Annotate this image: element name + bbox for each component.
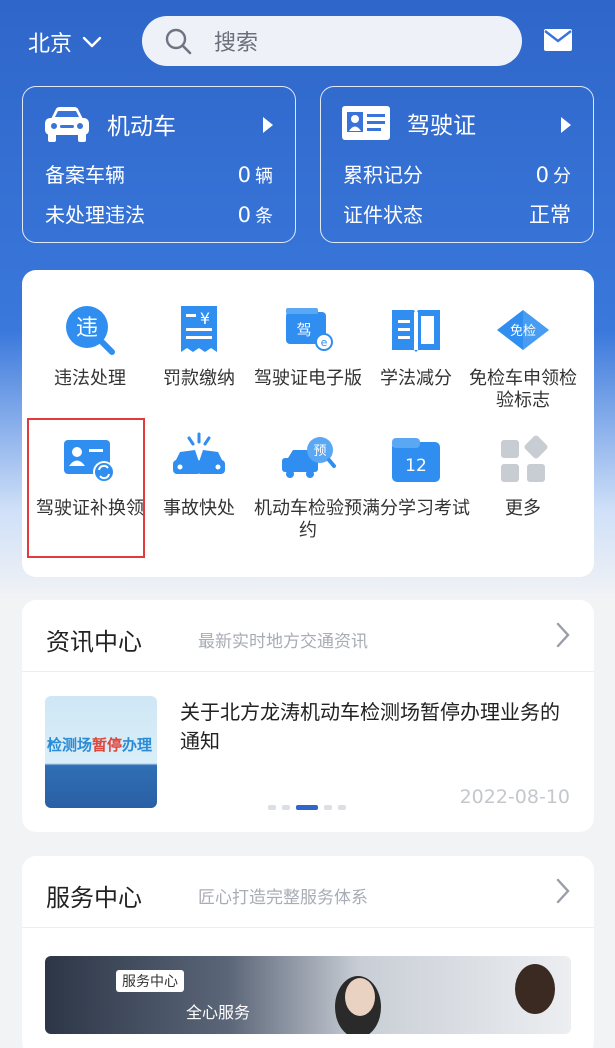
inspection-booking-icon: 预 — [282, 437, 336, 478]
carousel-dot[interactable] — [324, 805, 332, 810]
license-row-status: 证件状态 正常 — [343, 199, 571, 229]
arrow-right-icon — [561, 117, 571, 133]
vehicle-row-registered: 备案车辆 0辆 — [45, 159, 273, 188]
service-inspection[interactable]: 预 机动车检验预约 — [251, 432, 365, 542]
agent-face — [345, 978, 375, 1016]
service-fine[interactable]: ¥ 罚款缴纳 — [142, 302, 256, 390]
top-bar: 北京 搜索 — [0, 14, 615, 68]
section-title: 服务中心 — [46, 884, 142, 912]
carousel-dot-active[interactable] — [296, 805, 318, 810]
row-value: 0 — [237, 203, 251, 227]
service-label: 事故快处 — [163, 498, 235, 519]
news-header[interactable]: 资讯中心 最新实时地方交通资讯 — [22, 600, 594, 672]
svg-text:驾: 驾 — [296, 321, 311, 339]
svg-text:12: 12 — [405, 456, 427, 476]
row-label: 证件状态 — [343, 203, 423, 227]
search-placeholder: 搜索 — [214, 31, 259, 56]
section-subtitle: 匠心打造完整服务体系 — [198, 888, 368, 908]
vehicle-row-violations: 未处理违法 0条 — [45, 199, 273, 228]
service-violation[interactable]: 违 违法处理 — [33, 302, 147, 390]
service-more[interactable]: 更多 — [466, 432, 580, 520]
row-value: 正常 — [529, 203, 571, 227]
service-center-header[interactable]: 服务中心 匠心打造完整服务体系 — [22, 856, 594, 928]
service-exam[interactable]: 12 满分学习考试 — [359, 432, 473, 520]
row-value: 0 — [535, 163, 549, 187]
service-label: 机动车检验预约 — [254, 498, 362, 541]
search-icon — [165, 28, 192, 55]
svg-text:e: e — [321, 336, 328, 349]
news-section: 资讯中心 最新实时地方交通资讯 检测场暂停办理 关于北方龙涛机动车检测场暂停办理… — [22, 600, 594, 832]
accident-icon — [173, 432, 225, 474]
service-exempt-tag[interactable]: 免检 免检车申领检验标志 — [466, 302, 580, 412]
service-center-section: 服务中心 匠心打造完整服务体系 服务中心 全心服务 — [22, 856, 594, 1048]
e-license-icon: 驾 e — [286, 308, 333, 351]
thumbnail-text: 检测场暂停办理 — [47, 736, 153, 754]
service-study[interactable]: 学法减分 — [359, 302, 473, 390]
arrow-right-icon — [263, 117, 273, 133]
id-card-icon — [342, 106, 390, 140]
chevron-right-icon — [556, 622, 570, 648]
service-accident[interactable]: 事故快处 — [142, 432, 256, 520]
service-label: 罚款缴纳 — [163, 368, 235, 389]
fine-receipt-icon: ¥ — [181, 306, 217, 352]
agent-figure — [515, 964, 555, 1014]
row-label: 累积记分 — [343, 163, 423, 187]
news-thumbnail[interactable]: 检测场暂停办理 — [45, 696, 157, 808]
svg-text:违: 违 — [76, 316, 98, 341]
chevron-right-icon — [556, 878, 570, 904]
vehicle-card[interactable]: 机动车 备案车辆 0辆 未处理违法 0条 — [22, 86, 296, 243]
service-label: 驾驶证电子版 — [254, 368, 362, 389]
service-label: 学法减分 — [380, 368, 452, 389]
row-unit: 分 — [553, 166, 571, 187]
violation-icon: 违 — [66, 306, 115, 355]
service-center-banner[interactable]: 服务中心 全心服务 — [45, 956, 571, 1034]
car-icon — [45, 107, 89, 142]
vehicle-card-title: 机动车 — [107, 114, 176, 140]
search-input[interactable]: 搜索 — [142, 16, 522, 66]
service-label: 更多 — [505, 498, 541, 519]
service-e-license[interactable]: 驾 e 驾驶证电子版 — [251, 302, 365, 390]
service-label: 免检车申领检验标志 — [469, 368, 577, 411]
service-label: 违法处理 — [54, 368, 126, 389]
row-unit: 条 — [255, 206, 273, 227]
city-label: 北京 — [28, 32, 73, 57]
row-label: 备案车辆 — [45, 163, 125, 187]
svg-text:预: 预 — [313, 444, 326, 459]
row-value: 0 — [237, 163, 251, 187]
carousel-dot[interactable] — [268, 805, 276, 810]
svg-text:¥: ¥ — [200, 309, 210, 328]
city-selector[interactable]: 北京 — [28, 26, 102, 58]
exempt-tag-icon: 免检 — [497, 310, 549, 350]
selection-highlight — [27, 418, 145, 558]
mail-icon[interactable] — [543, 28, 573, 52]
chevron-down-icon — [82, 36, 102, 48]
carousel-dot[interactable] — [338, 805, 346, 810]
section-title: 资讯中心 — [46, 628, 142, 656]
banner-slogan: 全心服务 — [186, 1003, 251, 1022]
more-grid-icon — [501, 435, 548, 482]
news-item-date: 2022-08-10 — [459, 786, 570, 808]
service-label: 满分学习考试 — [362, 498, 470, 519]
row-unit: 辆 — [255, 166, 273, 187]
carousel-dot[interactable] — [282, 805, 290, 810]
calendar-exam-icon: 12 — [392, 438, 440, 482]
row-label: 未处理违法 — [45, 203, 145, 227]
license-card[interactable]: 驾驶证 累积记分 0分 证件状态 正常 — [320, 86, 594, 243]
book-icon — [392, 310, 440, 352]
license-card-title: 驾驶证 — [407, 113, 476, 139]
banner-tag: 服务中心 — [116, 970, 184, 992]
svg-text:免检: 免检 — [510, 324, 536, 339]
license-row-points: 累积记分 0分 — [343, 159, 571, 188]
section-subtitle: 最新实时地方交通资讯 — [198, 632, 368, 652]
carousel-dots — [268, 805, 346, 810]
news-item-title[interactable]: 关于北方龙涛机动车检测场暂停办理业务的通知 — [180, 698, 576, 756]
